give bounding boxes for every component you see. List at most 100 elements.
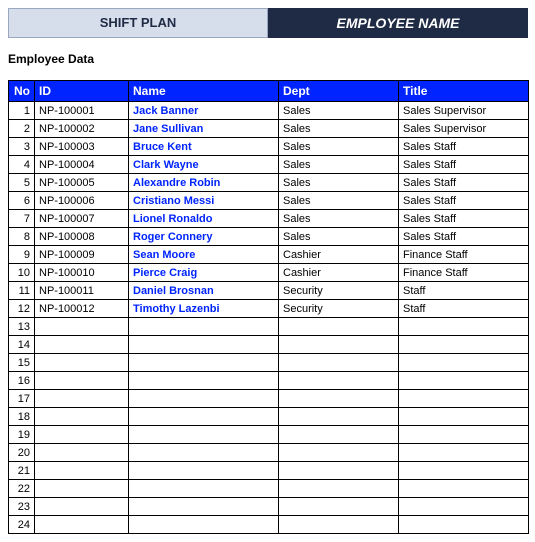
cell-no[interactable]: 12: [9, 300, 35, 318]
cell-name[interactable]: [129, 336, 279, 354]
cell-id[interactable]: [35, 498, 129, 516]
cell-dept[interactable]: [279, 444, 399, 462]
cell-name[interactable]: Pierce Craig: [129, 264, 279, 282]
cell-no[interactable]: 9: [9, 246, 35, 264]
cell-id[interactable]: [35, 408, 129, 426]
cell-title[interactable]: [399, 372, 529, 390]
cell-id[interactable]: NP-100004: [35, 156, 129, 174]
cell-dept[interactable]: [279, 408, 399, 426]
cell-dept[interactable]: [279, 462, 399, 480]
table-row[interactable]: 13: [9, 318, 529, 336]
cell-id[interactable]: [35, 390, 129, 408]
cell-dept[interactable]: Sales: [279, 228, 399, 246]
cell-name[interactable]: Daniel Brosnan: [129, 282, 279, 300]
cell-id[interactable]: [35, 354, 129, 372]
table-row[interactable]: 24: [9, 516, 529, 534]
cell-title[interactable]: Sales Supervisor: [399, 102, 529, 120]
cell-title[interactable]: Sales Staff: [399, 210, 529, 228]
cell-name[interactable]: Sean Moore: [129, 246, 279, 264]
cell-name[interactable]: [129, 390, 279, 408]
table-row[interactable]: 12NP-100012Timothy LazenbiSecurityStaff: [9, 300, 529, 318]
cell-title[interactable]: [399, 498, 529, 516]
cell-id[interactable]: NP-100001: [35, 102, 129, 120]
table-row[interactable]: 11NP-100011Daniel BrosnanSecurityStaff: [9, 282, 529, 300]
table-row[interactable]: 8NP-100008Roger ConnerySalesSales Staff: [9, 228, 529, 246]
cell-title[interactable]: Sales Staff: [399, 192, 529, 210]
cell-dept[interactable]: Sales: [279, 210, 399, 228]
cell-dept[interactable]: Security: [279, 282, 399, 300]
cell-title[interactable]: [399, 390, 529, 408]
cell-id[interactable]: [35, 516, 129, 534]
cell-name[interactable]: Jane Sullivan: [129, 120, 279, 138]
cell-dept[interactable]: Sales: [279, 102, 399, 120]
cell-title[interactable]: [399, 318, 529, 336]
cell-name[interactable]: Alexandre Robin: [129, 174, 279, 192]
cell-id[interactable]: NP-100007: [35, 210, 129, 228]
cell-id[interactable]: NP-100009: [35, 246, 129, 264]
cell-title[interactable]: [399, 516, 529, 534]
cell-title[interactable]: [399, 426, 529, 444]
table-row[interactable]: 17: [9, 390, 529, 408]
cell-title[interactable]: Sales Staff: [399, 174, 529, 192]
cell-no[interactable]: 11: [9, 282, 35, 300]
cell-id[interactable]: [35, 426, 129, 444]
cell-title[interactable]: Sales Staff: [399, 228, 529, 246]
cell-dept[interactable]: Cashier: [279, 246, 399, 264]
table-row[interactable]: 20: [9, 444, 529, 462]
table-row[interactable]: 10NP-100010Pierce CraigCashierFinance St…: [9, 264, 529, 282]
cell-no[interactable]: 17: [9, 390, 35, 408]
cell-no[interactable]: 19: [9, 426, 35, 444]
cell-no[interactable]: 23: [9, 498, 35, 516]
cell-no[interactable]: 21: [9, 462, 35, 480]
cell-title[interactable]: Staff: [399, 282, 529, 300]
cell-dept[interactable]: [279, 354, 399, 372]
cell-id[interactable]: NP-100002: [35, 120, 129, 138]
cell-dept[interactable]: Security: [279, 300, 399, 318]
cell-id[interactable]: NP-100006: [35, 192, 129, 210]
table-row[interactable]: 2NP-100002Jane SullivanSalesSales Superv…: [9, 120, 529, 138]
table-row[interactable]: 15: [9, 354, 529, 372]
cell-title[interactable]: [399, 444, 529, 462]
cell-id[interactable]: NP-100008: [35, 228, 129, 246]
cell-dept[interactable]: Sales: [279, 156, 399, 174]
cell-no[interactable]: 3: [9, 138, 35, 156]
table-row[interactable]: 7NP-100007Lionel RonaldoSalesSales Staff: [9, 210, 529, 228]
cell-no[interactable]: 20: [9, 444, 35, 462]
cell-dept[interactable]: [279, 336, 399, 354]
cell-id[interactable]: [35, 372, 129, 390]
cell-name[interactable]: Cristiano Messi: [129, 192, 279, 210]
cell-title[interactable]: [399, 354, 529, 372]
cell-title[interactable]: Sales Staff: [399, 156, 529, 174]
cell-id[interactable]: NP-100003: [35, 138, 129, 156]
cell-no[interactable]: 22: [9, 480, 35, 498]
cell-dept[interactable]: [279, 426, 399, 444]
cell-id[interactable]: [35, 462, 129, 480]
cell-id[interactable]: NP-100005: [35, 174, 129, 192]
cell-no[interactable]: 15: [9, 354, 35, 372]
cell-name[interactable]: [129, 426, 279, 444]
table-row[interactable]: 1NP-100001Jack BannerSalesSales Supervis…: [9, 102, 529, 120]
cell-dept[interactable]: [279, 516, 399, 534]
cell-name[interactable]: Jack Banner: [129, 102, 279, 120]
table-row[interactable]: 23: [9, 498, 529, 516]
cell-name[interactable]: [129, 516, 279, 534]
cell-name[interactable]: [129, 444, 279, 462]
cell-id[interactable]: NP-100010: [35, 264, 129, 282]
table-row[interactable]: 21: [9, 462, 529, 480]
cell-no[interactable]: 10: [9, 264, 35, 282]
table-row[interactable]: 3NP-100003Bruce KentSalesSales Staff: [9, 138, 529, 156]
cell-title[interactable]: [399, 336, 529, 354]
table-row[interactable]: 22: [9, 480, 529, 498]
cell-no[interactable]: 4: [9, 156, 35, 174]
tab-employee-name[interactable]: EMPLOYEE NAME: [268, 8, 528, 38]
cell-id[interactable]: [35, 444, 129, 462]
cell-name[interactable]: [129, 372, 279, 390]
cell-name[interactable]: [129, 480, 279, 498]
cell-dept[interactable]: [279, 372, 399, 390]
cell-name[interactable]: [129, 318, 279, 336]
cell-name[interactable]: Lionel Ronaldo: [129, 210, 279, 228]
cell-dept[interactable]: Sales: [279, 174, 399, 192]
cell-name[interactable]: [129, 498, 279, 516]
cell-id[interactable]: [35, 480, 129, 498]
cell-dept[interactable]: Sales: [279, 120, 399, 138]
